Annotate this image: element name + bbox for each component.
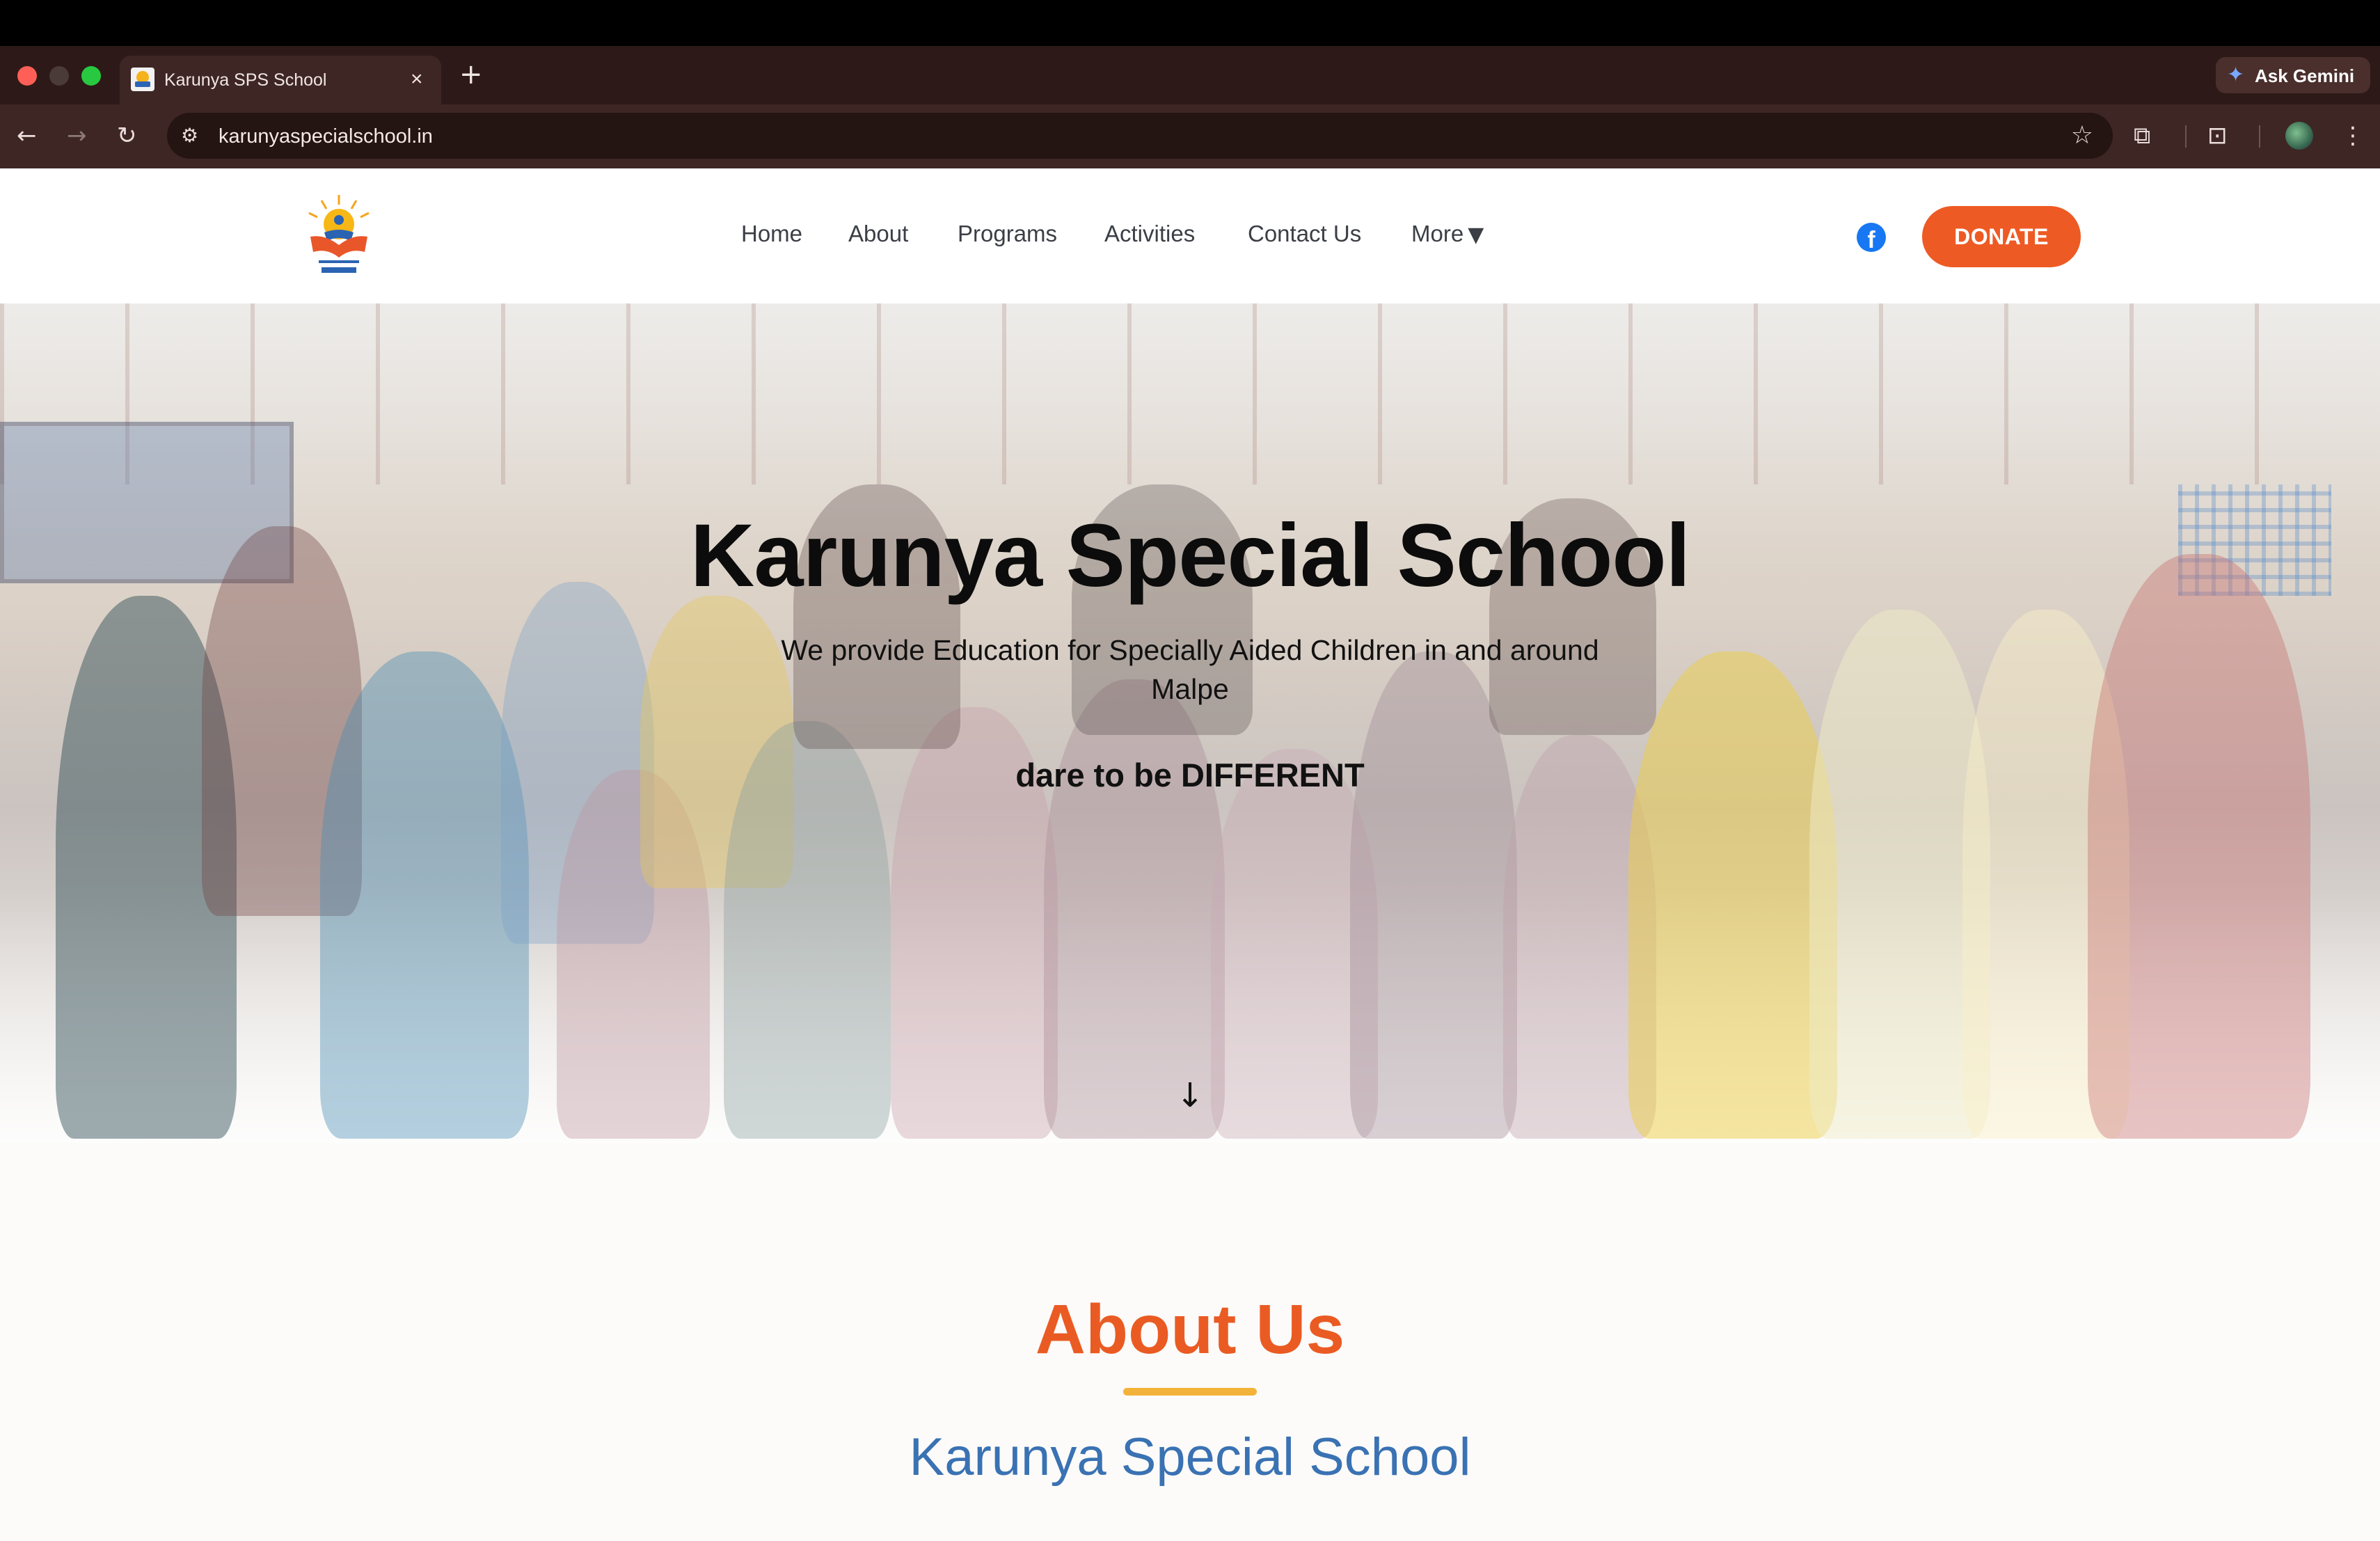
ask-gemini-label: Ask Gemini: [2255, 65, 2355, 86]
toolbar-divider: [2259, 125, 2260, 148]
caret-down-icon: ▼: [1468, 223, 1484, 247]
hero-title: Karunya Special School: [690, 506, 1690, 606]
toolbar-divider: [2185, 125, 2187, 148]
window-zoom-button[interactable]: [81, 66, 101, 86]
nav-programs[interactable]: Programs: [958, 220, 1057, 248]
site-favicon-icon: [131, 68, 154, 91]
browser-tab-active[interactable]: Karunya SPS School ×: [120, 56, 441, 104]
nav-home[interactable]: Home: [741, 220, 802, 248]
back-arrow-icon[interactable]: ←: [17, 120, 37, 152]
new-tab-button[interactable]: +: [459, 58, 483, 90]
facebook-icon[interactable]: f: [1857, 223, 1886, 252]
gemini-sparkle-icon: ✦: [2227, 63, 2245, 87]
os-menu-bar: [0, 0, 2380, 46]
tab-close-icon[interactable]: ×: [411, 67, 423, 92]
tab-title: Karunya SPS School: [164, 70, 327, 90]
ask-gemini-button[interactable]: ✦ Ask Gemini: [2216, 57, 2370, 93]
extensions-puzzle-icon[interactable]: ⧉: [2134, 120, 2150, 152]
about-heading: About Us: [1035, 1290, 1345, 1368]
nav-activities[interactable]: Activities: [1104, 220, 1195, 248]
hero-tagline: dare to be DIFFERENT: [1015, 757, 1365, 793]
reload-icon[interactable]: ↻: [117, 120, 137, 152]
hero-banner: [0, 303, 2380, 1143]
hero-subtitle: We provide Education for Specially Aided…: [781, 634, 1599, 705]
nav-about[interactable]: About: [848, 220, 908, 248]
address-bar[interactable]: ⚙ karunyaspecialschool.in ☆: [167, 113, 2113, 159]
nav-more[interactable]: More ▼: [1411, 220, 1484, 249]
window-minimize-button[interactable]: [49, 66, 69, 86]
arrow-down-icon[interactable]: ↓: [1176, 1076, 1204, 1115]
forward-arrow-icon[interactable]: →: [67, 120, 87, 152]
nav-contact-us[interactable]: Contact Us: [1248, 220, 1361, 248]
window-close-button[interactable]: [17, 66, 37, 86]
nav-more-label: More: [1411, 221, 1464, 246]
about-heading-underline: [1123, 1388, 1257, 1396]
donate-button[interactable]: DONATE: [1922, 206, 2081, 267]
profile-avatar[interactable]: [2285, 122, 2313, 150]
browser-menu-icon[interactable]: ⋮: [2341, 120, 2365, 152]
media-search-icon[interactable]: ⊡: [2207, 120, 2228, 152]
bookmark-star-icon[interactable]: ☆: [2071, 121, 2093, 150]
karunya-logo-icon[interactable]: [301, 192, 377, 278]
about-subheading: Karunya Special School: [909, 1428, 1471, 1487]
url-text[interactable]: karunyaspecialschool.in: [219, 125, 433, 148]
site-info-icon[interactable]: ⚙: [181, 123, 209, 148]
